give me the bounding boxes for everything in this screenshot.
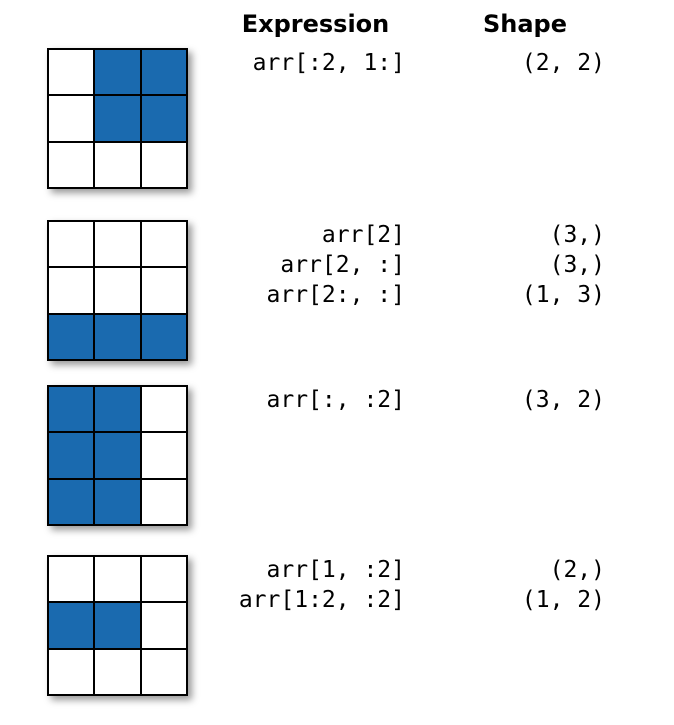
expression-text: arr[2, :]	[210, 250, 405, 280]
shape-text: (3,)	[425, 250, 605, 280]
grid-cell	[141, 432, 187, 478]
grid-cell	[94, 602, 140, 648]
expression-text: arr[:, :2]	[210, 385, 405, 415]
grid-cell	[94, 142, 140, 188]
grid-cell	[48, 221, 94, 267]
grid-cell	[141, 95, 187, 141]
shape-text: (3,)	[425, 220, 605, 250]
grid-cell	[141, 49, 187, 95]
grid-cell	[48, 314, 94, 360]
shape-text: (3, 2)	[425, 385, 605, 415]
grid-cell	[94, 221, 140, 267]
diagram-row: arr[:2, 1:] (2, 2)	[0, 48, 674, 218]
grid-cell	[94, 95, 140, 141]
grid-cell	[141, 142, 187, 188]
expression-text: arr[2:, :]	[210, 280, 405, 310]
grid-cell	[48, 432, 94, 478]
expression-text: arr[1:2, :2]	[210, 585, 405, 615]
expression-text: arr[:2, 1:]	[210, 48, 405, 78]
expression-line: arr[1, :2] (2,)	[210, 555, 640, 585]
array-grid	[47, 220, 188, 361]
expression-line: arr[1:2, :2] (1, 2)	[210, 585, 640, 615]
expression-block: arr[2] (3,) arr[2, :] (3,) arr[2:, :] (1, 3)	[210, 220, 640, 310]
array-grid	[47, 48, 188, 189]
grid-cell	[141, 479, 187, 525]
shape-text: (2,)	[425, 555, 605, 585]
grid-cell	[141, 602, 187, 648]
expression-text: arr[2]	[210, 220, 405, 250]
array-grid	[47, 555, 188, 696]
grid-cell	[141, 556, 187, 602]
grid-cell	[141, 649, 187, 695]
grid-cell	[94, 386, 140, 432]
expression-line: arr[2, :] (3,)	[210, 250, 640, 280]
grid-cell	[48, 49, 94, 95]
diagram-row: arr[1, :2] (2,) arr[1:2, :2] (1, 2)	[0, 555, 674, 725]
expression-block: arr[:2, 1:] (2, 2)	[210, 48, 640, 78]
expression-block: arr[:, :2] (3, 2)	[210, 385, 640, 415]
expression-line: arr[2] (3,)	[210, 220, 640, 250]
grid-cell	[94, 649, 140, 695]
grid-cell	[48, 95, 94, 141]
expression-block: arr[1, :2] (2,) arr[1:2, :2] (1, 2)	[210, 555, 640, 615]
grid-cell	[141, 221, 187, 267]
expression-text: arr[1, :2]	[210, 555, 405, 585]
shape-text: (2, 2)	[425, 48, 605, 78]
diagram-row: arr[2] (3,) arr[2, :] (3,) arr[2:, :] (1, 3)	[0, 220, 674, 390]
grid-cell	[94, 479, 140, 525]
grid-cell	[48, 386, 94, 432]
array-grid	[47, 385, 188, 526]
grid-cell	[48, 142, 94, 188]
grid-cell	[94, 556, 140, 602]
grid-cell	[141, 267, 187, 313]
grid-cell	[141, 314, 187, 360]
grid-cell	[94, 314, 140, 360]
grid-cell	[141, 386, 187, 432]
header-expression: Expression	[228, 10, 403, 38]
grid-cell	[94, 49, 140, 95]
grid-cell	[94, 267, 140, 313]
diagram-row: arr[:, :2] (3, 2)	[0, 385, 674, 555]
shape-text: (1, 2)	[425, 585, 605, 615]
grid-cell	[48, 602, 94, 648]
expression-line: arr[2:, :] (1, 3)	[210, 280, 640, 310]
grid-cell	[48, 556, 94, 602]
expression-line: arr[:, :2] (3, 2)	[210, 385, 640, 415]
grid-cell	[48, 649, 94, 695]
header-shape: Shape	[465, 10, 585, 38]
expression-line: arr[:2, 1:] (2, 2)	[210, 48, 640, 78]
grid-cell	[48, 267, 94, 313]
shape-text: (1, 3)	[425, 280, 605, 310]
grid-cell	[94, 432, 140, 478]
grid-cell	[48, 479, 94, 525]
